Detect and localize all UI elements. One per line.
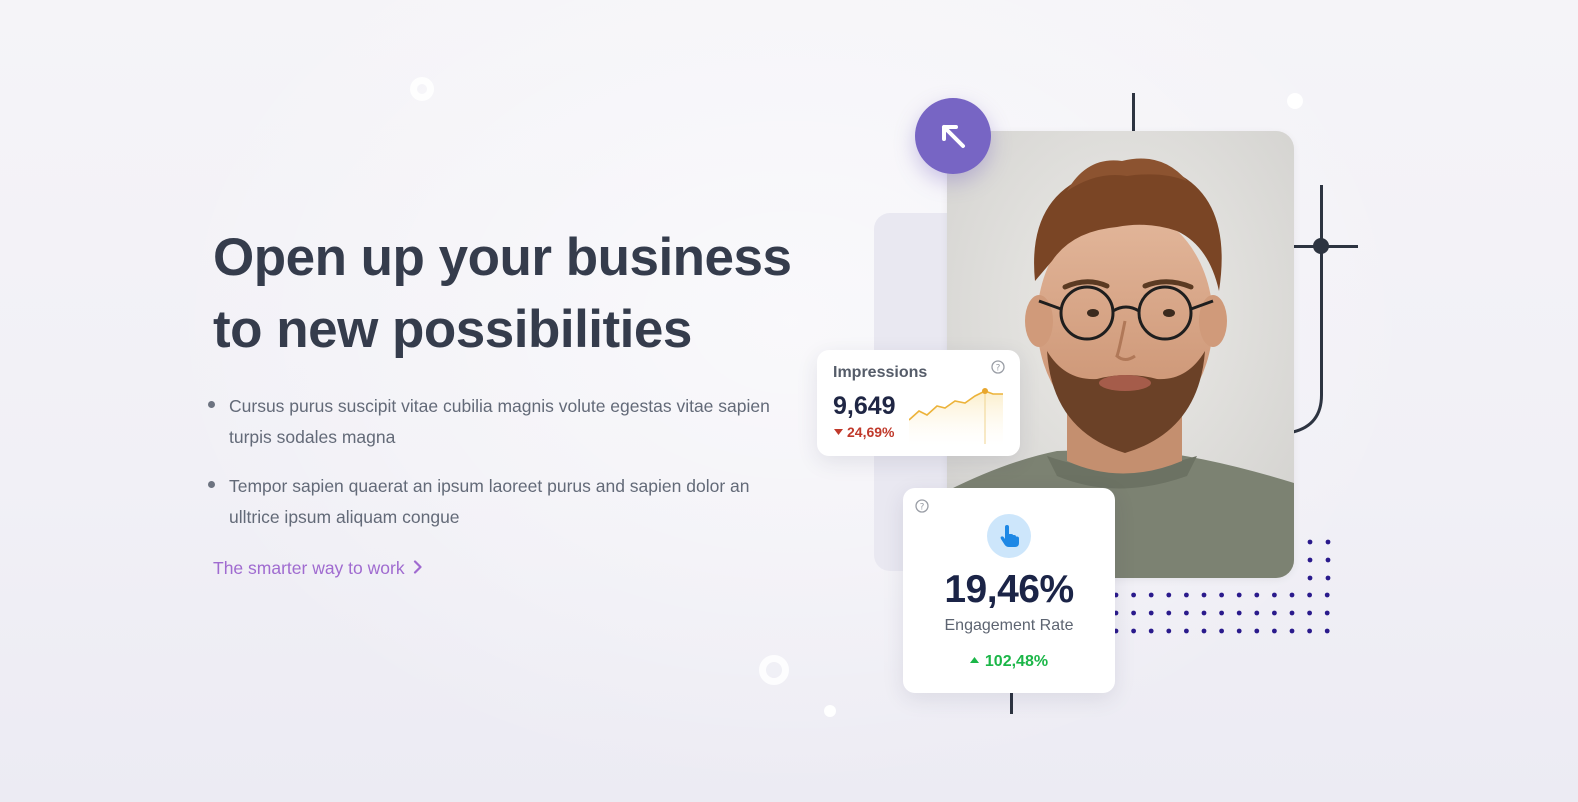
grid-dot (1324, 628, 1330, 634)
grid-dot (1148, 628, 1154, 634)
cta-label: The smarter way to work (213, 558, 405, 578)
caret-down-icon (834, 428, 843, 435)
bullet-dot (208, 401, 215, 408)
grid-dot (1219, 592, 1224, 598)
grid-dot (1236, 628, 1242, 634)
grid-dot (1307, 610, 1312, 616)
decorative-curve (1292, 380, 1323, 434)
list-item: Cursus purus suscipit vitae cubilia magn… (208, 391, 788, 453)
feature-list: Cursus purus suscipit vitae cubilia magn… (208, 391, 788, 551)
decorative-line (1010, 693, 1013, 714)
grid-dot (1289, 610, 1295, 616)
hero-title-line: Open up your business (213, 228, 792, 287)
grid-dot (1201, 592, 1207, 598)
decorative-ring (759, 655, 789, 685)
decorative-node (1313, 238, 1329, 254)
hero-section: Open up your business to new possibiliti… (0, 0, 1578, 802)
list-item-text: Cursus purus suscipit vitae cubilia magn… (229, 396, 770, 447)
grid-dot (1166, 592, 1172, 598)
grid-dot (1219, 610, 1224, 616)
grid-dot (1254, 628, 1260, 634)
grid-dot (1289, 592, 1295, 598)
grid-dot (1307, 539, 1313, 545)
impressions-card: Impressions ? 9,649 24,69% (817, 350, 1020, 456)
grid-dot (1325, 557, 1331, 563)
grid-dot (1307, 557, 1313, 563)
grid-dot (1236, 592, 1242, 598)
decorative-line (1132, 93, 1135, 131)
engagement-label: Engagement Rate (944, 617, 1074, 634)
grid-dot (1307, 628, 1312, 634)
engagement-change-value: 102,48% (984, 653, 1049, 670)
engagement-value: 19,46% (944, 568, 1074, 611)
arrow-up-left-icon (942, 125, 965, 148)
floating-action-button[interactable] (915, 98, 991, 174)
svg-text:?: ? (996, 363, 1001, 373)
grid-dot (1272, 610, 1277, 616)
impressions-change: 24,69% (834, 424, 894, 440)
grid-dot (1325, 539, 1331, 545)
caret-up-icon (969, 657, 979, 663)
dot-grid-decoration (1113, 539, 1331, 634)
impressions-change-value: 24,69% (847, 424, 895, 440)
list-item: Tempor sapien quaerat an ipsum laoreet p… (208, 471, 788, 533)
engagement-card: ? 19,46% Engagement Rate 102,48% (903, 488, 1115, 693)
decorative-dot (824, 705, 836, 717)
impressions-sparkline (909, 388, 1003, 446)
grid-dot (1166, 610, 1172, 616)
grid-dot (1289, 628, 1295, 634)
smarter-way-link[interactable]: The smarter way to work (213, 558, 423, 579)
grid-dot (1272, 592, 1277, 598)
hero-title-line: to new possibilities (213, 300, 692, 359)
question-circle-icon[interactable]: ? (915, 499, 929, 518)
grid-dot (1201, 628, 1207, 634)
question-circle-icon[interactable]: ? (991, 360, 1005, 379)
engagement-change: 102,48% (903, 653, 1115, 671)
grid-dot (1184, 610, 1189, 616)
hero-title: Open up your business to new possibiliti… (213, 222, 813, 366)
grid-dot (1148, 610, 1154, 616)
grid-dot (1219, 628, 1224, 634)
grid-dot (1131, 628, 1136, 634)
grid-dot (1307, 575, 1313, 581)
impressions-title: Impressions (833, 364, 928, 381)
grid-dot (1324, 592, 1330, 598)
decorative-line (1320, 185, 1323, 385)
list-item-text: Tempor sapien quaerat an ipsum laoreet p… (229, 476, 750, 527)
grid-dot (1201, 610, 1207, 616)
grid-dot (1254, 610, 1260, 616)
grid-dot (1324, 610, 1330, 616)
pointer-hand-icon (987, 514, 1031, 558)
grid-dot (1236, 610, 1242, 616)
grid-dot (1131, 610, 1136, 616)
grid-dot (1254, 592, 1260, 598)
grid-dot (1325, 575, 1331, 581)
grid-dot (1184, 592, 1189, 598)
impressions-value: 9,649 (833, 392, 896, 420)
grid-dot (1307, 592, 1312, 598)
grid-dot (1272, 628, 1277, 634)
decorative-dot (1287, 93, 1303, 109)
grid-dot (1131, 592, 1136, 598)
grid-dot (1184, 628, 1189, 634)
grid-dot (1166, 628, 1172, 634)
chevron-right-icon (413, 559, 423, 579)
decorative-ring (410, 77, 434, 101)
bullet-dot (208, 481, 215, 488)
grid-dot (1148, 592, 1154, 598)
svg-text:?: ? (920, 502, 925, 512)
